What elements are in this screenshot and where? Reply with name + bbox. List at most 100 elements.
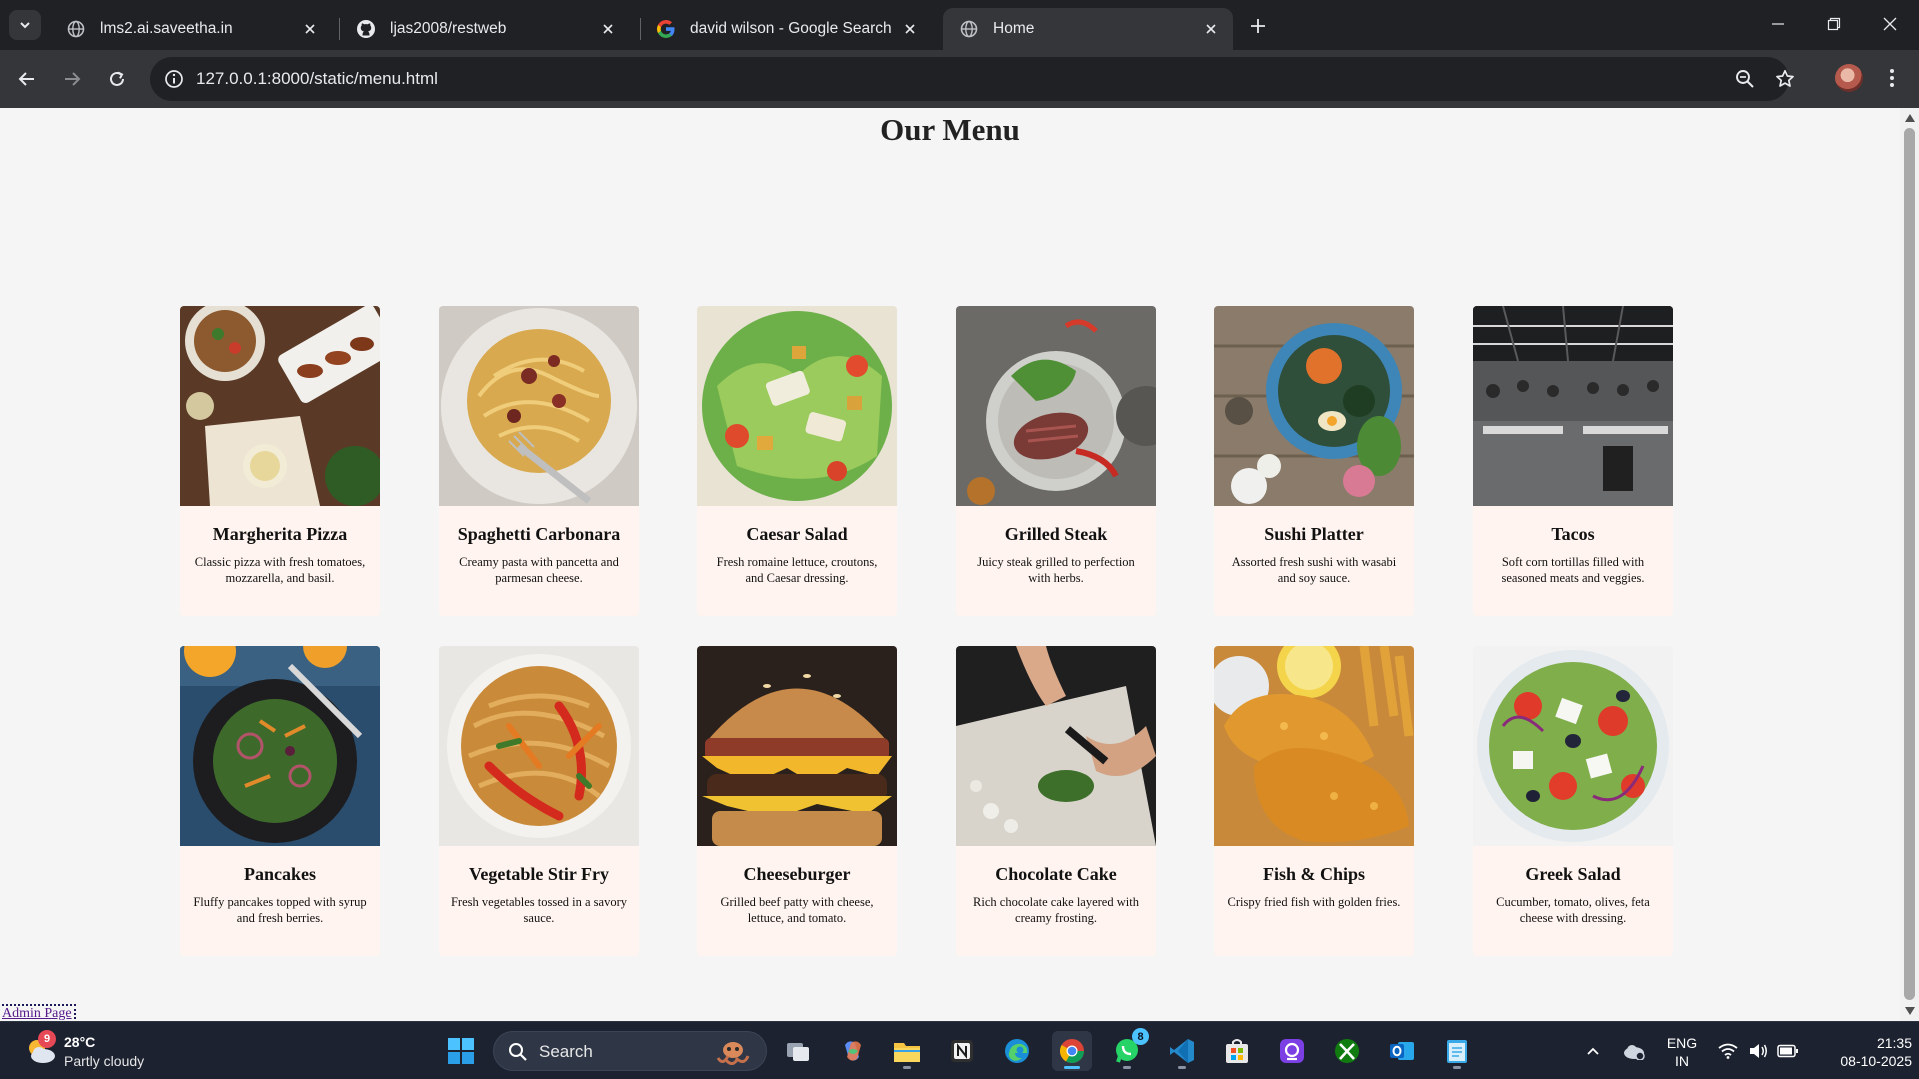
- weather-widget[interactable]: 9 28°C Partly cloudy: [20, 1030, 180, 1074]
- url-text[interactable]: 127.0.0.1:8000/static/menu.html: [196, 69, 438, 89]
- menu-item-description: Crispy fried fish with golden fries.: [1227, 895, 1401, 909]
- close-tab-icon[interactable]: [598, 19, 618, 39]
- tab-lms2[interactable]: lms2.ai.saveetha.in: [50, 8, 332, 50]
- menu-item-description: Assorted fresh sushi with wasabi and soy…: [1231, 555, 1397, 585]
- profile-avatar[interactable]: [1835, 64, 1863, 92]
- purple-app[interactable]: [1272, 1031, 1312, 1071]
- noodles-photo: [439, 646, 639, 846]
- vscode-icon: [1170, 1039, 1194, 1063]
- search-label: Search: [539, 1042, 593, 1061]
- menu-item-name: Margherita Pizza: [212, 524, 348, 544]
- tab-home[interactable]: Home: [943, 8, 1233, 50]
- notion-icon: [951, 1040, 973, 1062]
- bookmark-star-icon[interactable]: [1773, 67, 1797, 91]
- salad-photo: [697, 306, 897, 506]
- notion-app[interactable]: [942, 1031, 982, 1071]
- language-indicator[interactable]: ENG IN: [1662, 1034, 1702, 1070]
- tab-title: lms2.ai.saveetha.in: [100, 20, 233, 37]
- menu-card: Tacos Soft corn tortillas filled with se…: [1473, 306, 1673, 616]
- site-info-icon[interactable]: [162, 67, 186, 91]
- restore-button[interactable]: [1806, 0, 1862, 48]
- minimize-icon: [1772, 23, 1784, 25]
- weather-condition: Partly cloudy: [64, 1053, 145, 1069]
- onedrive-tray[interactable]: [1618, 1022, 1650, 1079]
- scroll-down-arrow-icon[interactable]: [1904, 1005, 1915, 1016]
- fried-fish-photo: [1214, 646, 1414, 846]
- page-scrollbar[interactable]: [1900, 108, 1919, 1021]
- menu-card: Caesar Salad Fresh romaine lettuce, crou…: [697, 306, 897, 616]
- battery-tray[interactable]: [1774, 1022, 1802, 1079]
- menu-item-description: Creamy pasta with pancetta and parmesan …: [459, 555, 619, 585]
- wifi-icon: [1718, 1043, 1738, 1059]
- weather-notification-badge: 9: [38, 1030, 56, 1048]
- burger-photo: [697, 646, 897, 846]
- edge-icon: [1005, 1039, 1029, 1063]
- copilot-app[interactable]: [833, 1031, 873, 1071]
- green-salad-photo: [180, 646, 380, 846]
- restore-icon: [1827, 17, 1841, 31]
- menu-item-name: Tacos: [1551, 524, 1595, 544]
- xbox-icon: [1335, 1039, 1359, 1063]
- sushi-bowl-photo: [1214, 306, 1414, 506]
- app-running-indicator: [903, 1066, 911, 1069]
- wifi-tray[interactable]: [1714, 1022, 1742, 1079]
- tab-title: ljas2008/restweb: [390, 20, 507, 37]
- outlook-app[interactable]: [1382, 1031, 1422, 1071]
- menu-card: Spaghetti Carbonara Creamy pasta with pa…: [439, 306, 639, 616]
- task-view-button[interactable]: [778, 1031, 818, 1071]
- close-tab-icon[interactable]: [900, 19, 920, 39]
- menu-card: Chocolate Cake Rich chocolate cake layer…: [956, 646, 1156, 956]
- menu-item-description: Fluffy pancakes topped with syrup and fr…: [193, 895, 367, 925]
- store-icon: [1226, 1039, 1248, 1063]
- menu-item-name: Greek Salad: [1525, 864, 1621, 884]
- chrome-app[interactable]: [1052, 1031, 1092, 1071]
- address-bar[interactable]: 127.0.0.1:8000/static/menu.html: [150, 57, 1794, 101]
- task-view-icon: [787, 1043, 809, 1061]
- search-icon: [509, 1043, 527, 1061]
- microsoft-store-app[interactable]: [1217, 1031, 1257, 1071]
- speaker-icon: [1750, 1044, 1767, 1058]
- app-running-indicator: [1123, 1066, 1131, 1069]
- volume-tray[interactable]: [1744, 1022, 1772, 1079]
- close-tab-icon[interactable]: [300, 19, 320, 39]
- file-explorer-app[interactable]: [887, 1031, 927, 1071]
- language-region: IN: [1675, 1053, 1689, 1069]
- menu-item-name: Caesar Salad: [746, 524, 848, 544]
- cloud-sync-icon: [1624, 1045, 1645, 1060]
- copilot-icon: [845, 1041, 861, 1061]
- outlook-icon: [1390, 1042, 1414, 1060]
- clock-date: 08-10-2025: [1840, 1053, 1912, 1069]
- scroll-up-arrow-icon[interactable]: [1904, 112, 1915, 123]
- menu-item-description: Soft corn tortillas filled with seasoned…: [1501, 555, 1645, 585]
- browser-toolbar: 127.0.0.1:8000/static/menu.html: [0, 50, 1919, 108]
- new-tab-button[interactable]: [1244, 12, 1272, 40]
- clock-time: 21:35: [1876, 1035, 1912, 1051]
- forward-button[interactable]: [55, 62, 89, 96]
- notepad-app[interactable]: [1437, 1031, 1477, 1071]
- xbox-app[interactable]: [1327, 1031, 1367, 1071]
- arrow-right-icon: [65, 72, 81, 86]
- more-menu-button[interactable]: [1880, 64, 1904, 92]
- search-highlight-octopus-icon: [716, 1042, 750, 1065]
- minimize-button[interactable]: [1750, 0, 1806, 48]
- menu-item-description: Juicy steak grilled to perfection with h…: [977, 555, 1135, 585]
- vscode-app[interactable]: [1162, 1031, 1202, 1071]
- reload-button[interactable]: [100, 62, 134, 96]
- battery-icon: [1777, 1044, 1798, 1058]
- tab-github[interactable]: ljas2008/restweb: [340, 8, 630, 50]
- edge-app[interactable]: [997, 1031, 1037, 1071]
- system-clock[interactable]: 21:35 08-10-2025: [1808, 1034, 1912, 1070]
- whatsapp-app[interactable]: 8: [1107, 1028, 1149, 1071]
- show-hidden-icons-button[interactable]: [1578, 1022, 1608, 1079]
- tab-search-button[interactable]: [9, 10, 41, 40]
- scroll-thumb[interactable]: [1904, 128, 1915, 1000]
- taskbar-search-box[interactable]: Search: [493, 1031, 767, 1071]
- start-button[interactable]: [441, 1031, 481, 1071]
- close-tab-icon[interactable]: [1201, 19, 1221, 39]
- close-window-button[interactable]: [1862, 0, 1918, 48]
- chrome-icon: [1059, 1039, 1084, 1064]
- tab-google-search[interactable]: david wilson - Google Search: [640, 8, 932, 50]
- admin-page-link[interactable]: Admin Page: [0, 1004, 76, 1021]
- back-button[interactable]: [10, 62, 44, 96]
- zoom-icon[interactable]: [1733, 67, 1757, 91]
